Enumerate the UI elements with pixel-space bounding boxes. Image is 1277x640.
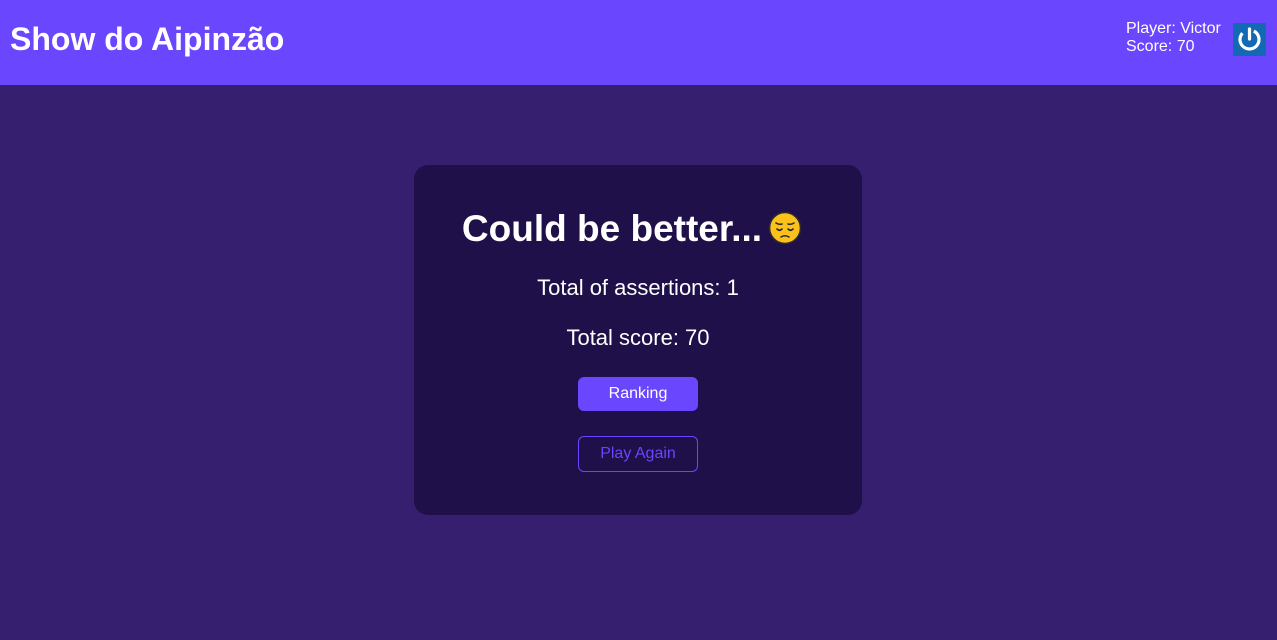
result-heading-text: Could be better... bbox=[461, 208, 763, 249]
total-score: Total score: 70 bbox=[566, 325, 710, 350]
result-heading: Could be better... bbox=[0, 206, 1264, 252]
app-title: Show do Aipinzão bbox=[10, 21, 285, 57]
power-icon bbox=[1238, 27, 1261, 51]
player-name: Player: Victor bbox=[1126, 20, 1221, 37]
app-header: Show do Aipinzão Player: Victor Score: 7… bbox=[0, 0, 1277, 85]
player-info: Player: Victor Score: 70 bbox=[1126, 20, 1221, 56]
total-assertions: Total of assertions: 1 bbox=[537, 275, 739, 300]
player-score: Score: 70 bbox=[1126, 38, 1195, 55]
logout-button[interactable] bbox=[1233, 23, 1266, 56]
play-again-button[interactable]: Play Again bbox=[578, 436, 698, 472]
ranking-button[interactable]: Ranking bbox=[578, 377, 698, 411]
pensive-face-icon bbox=[768, 211, 802, 245]
